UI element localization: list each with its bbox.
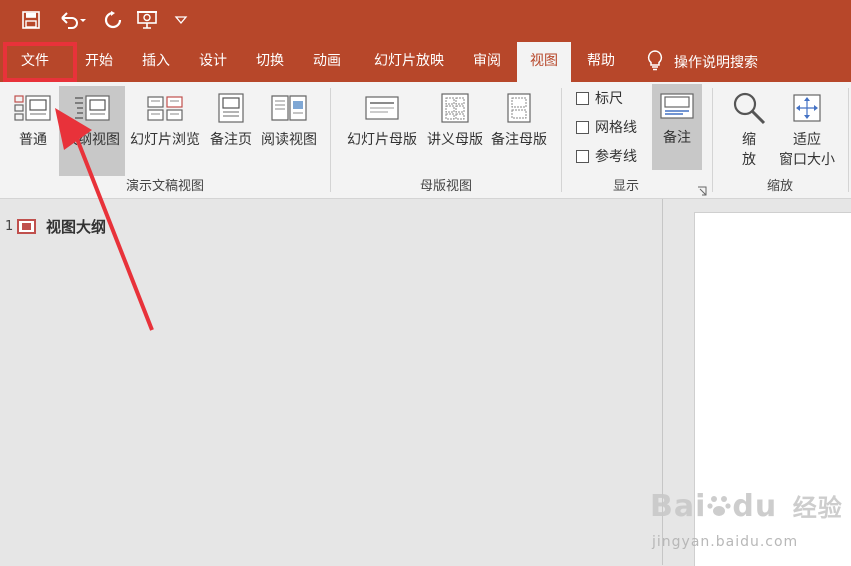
outline-slide-title[interactable]: 视图大纲: [46, 216, 106, 237]
tab-slideshow[interactable]: 幻灯片放映: [362, 42, 456, 82]
zoom-group-label: 缩放: [766, 179, 793, 194]
notes-button[interactable]: 备注: [652, 84, 702, 170]
gridlines-label: 网格线: [595, 120, 637, 136]
zoom-label-line2: 放: [742, 152, 756, 168]
group-separator: [848, 88, 849, 192]
checkbox-box[interactable]: [576, 149, 589, 163]
tab-view[interactable]: 视图: [517, 42, 571, 82]
tab-help[interactable]: 帮助: [578, 42, 624, 82]
slide-sorter-button[interactable]: 幻灯片浏览: [126, 86, 204, 176]
slide-icon: [17, 219, 36, 234]
notes-page-label: 备注页: [210, 132, 252, 148]
outline-pane[interactable]: 1 视图大纲: [0, 199, 662, 565]
handout-master-icon: [424, 86, 486, 130]
zoom-label-line1: 缩: [742, 132, 756, 148]
normal-view-button[interactable]: 普通: [10, 86, 56, 176]
show-group-label: 显示: [612, 179, 639, 194]
handout-master-button[interactable]: 讲义母版: [424, 86, 486, 176]
outline-view-icon: [59, 86, 125, 130]
reading-view-label: 阅读视图: [261, 132, 317, 148]
guides-checkbox[interactable]: 参考线: [576, 144, 637, 168]
tab-design[interactable]: 设计: [190, 42, 236, 82]
watermark-brand-left: Bai: [650, 489, 707, 524]
ruler-checkbox[interactable]: 标尺: [576, 86, 623, 110]
annotation-highlight-box: [3, 42, 77, 82]
customize-icon[interactable]: [168, 8, 194, 32]
undo-icon[interactable]: [55, 8, 91, 32]
tab-insert[interactable]: 插入: [133, 42, 179, 82]
checkbox-box[interactable]: [576, 91, 589, 105]
notes-master-icon: [488, 86, 550, 130]
ribbon-tab-bar: 文件 开始 插入 设计 切换 动画 幻灯片放映 审阅 视图 帮助 操作说明搜索: [0, 42, 851, 82]
search-label: 操作说明搜索: [674, 55, 758, 71]
fit-window-icon: [772, 86, 842, 130]
watermark-url: jingyan.baidu.com: [652, 534, 799, 550]
watermark-brand-cn: 经验: [792, 494, 843, 522]
save-icon[interactable]: [18, 8, 44, 32]
master-views-group-label: 母版视图: [419, 179, 472, 194]
reading-view-icon: [258, 86, 320, 130]
slide-master-icon: [342, 86, 422, 130]
outline-view-label: 大纲视图: [64, 132, 120, 148]
dialog-launcher-icon[interactable]: [697, 181, 707, 200]
checkbox-box[interactable]: [576, 120, 589, 134]
tab-home[interactable]: 开始: [76, 42, 122, 82]
slide-number: 1: [5, 219, 14, 234]
present-icon[interactable]: [134, 8, 160, 32]
notes-page-icon: [206, 86, 256, 130]
slide-sorter-icon: [126, 86, 204, 130]
paw-icon: [706, 491, 732, 517]
tell-me-search[interactable]: 操作说明搜索: [646, 42, 758, 82]
redo-icon[interactable]: [100, 8, 126, 32]
notes-page-button[interactable]: 备注页: [206, 86, 256, 176]
tab-animations[interactable]: 动画: [304, 42, 350, 82]
slide-sorter-label: 幻灯片浏览: [130, 132, 200, 148]
fit-window-button[interactable]: 适应 窗口大小: [772, 86, 842, 176]
zoom-button[interactable]: 缩 放: [726, 86, 772, 176]
notes-icon: [652, 84, 702, 128]
ribbon: 普通 大纲视图 幻灯片浏览 备注页 阅读视图 演示文稿视图 幻灯片母版 讲义母版…: [0, 82, 851, 199]
baidu-watermark: Bai du 经验 jingyan.baidu.com: [650, 488, 850, 563]
notes-label: 备注: [663, 130, 691, 146]
tab-transitions[interactable]: 切换: [247, 42, 293, 82]
handout-master-label: 讲义母版: [427, 132, 483, 148]
outline-view-button[interactable]: 大纲视图: [59, 86, 125, 176]
gridlines-checkbox[interactable]: 网格线: [576, 115, 637, 139]
watermark-brand: Bai du 经验: [650, 488, 843, 524]
normal-view-label: 普通: [19, 132, 47, 148]
slide-master-button[interactable]: 幻灯片母版: [342, 86, 422, 176]
notes-master-label: 备注母版: [491, 132, 547, 148]
ruler-label: 标尺: [595, 91, 623, 107]
fit-window-label-line2: 窗口大小: [779, 152, 835, 168]
fit-window-label-line1: 适应: [793, 132, 821, 148]
reading-view-button[interactable]: 阅读视图: [258, 86, 320, 176]
normal-view-icon: [10, 86, 56, 130]
lightbulb-icon: [646, 49, 664, 75]
watermark-brand-right: du: [732, 489, 778, 524]
title-bar: [0, 0, 851, 42]
slide-master-label: 幻灯片母版: [347, 132, 417, 148]
tab-review[interactable]: 审阅: [464, 42, 510, 82]
notes-master-button[interactable]: 备注母版: [488, 86, 550, 176]
zoom-icon: [726, 86, 772, 130]
guides-label: 参考线: [595, 149, 637, 165]
presentation-views-group-label: 演示文稿视图: [125, 179, 204, 194]
